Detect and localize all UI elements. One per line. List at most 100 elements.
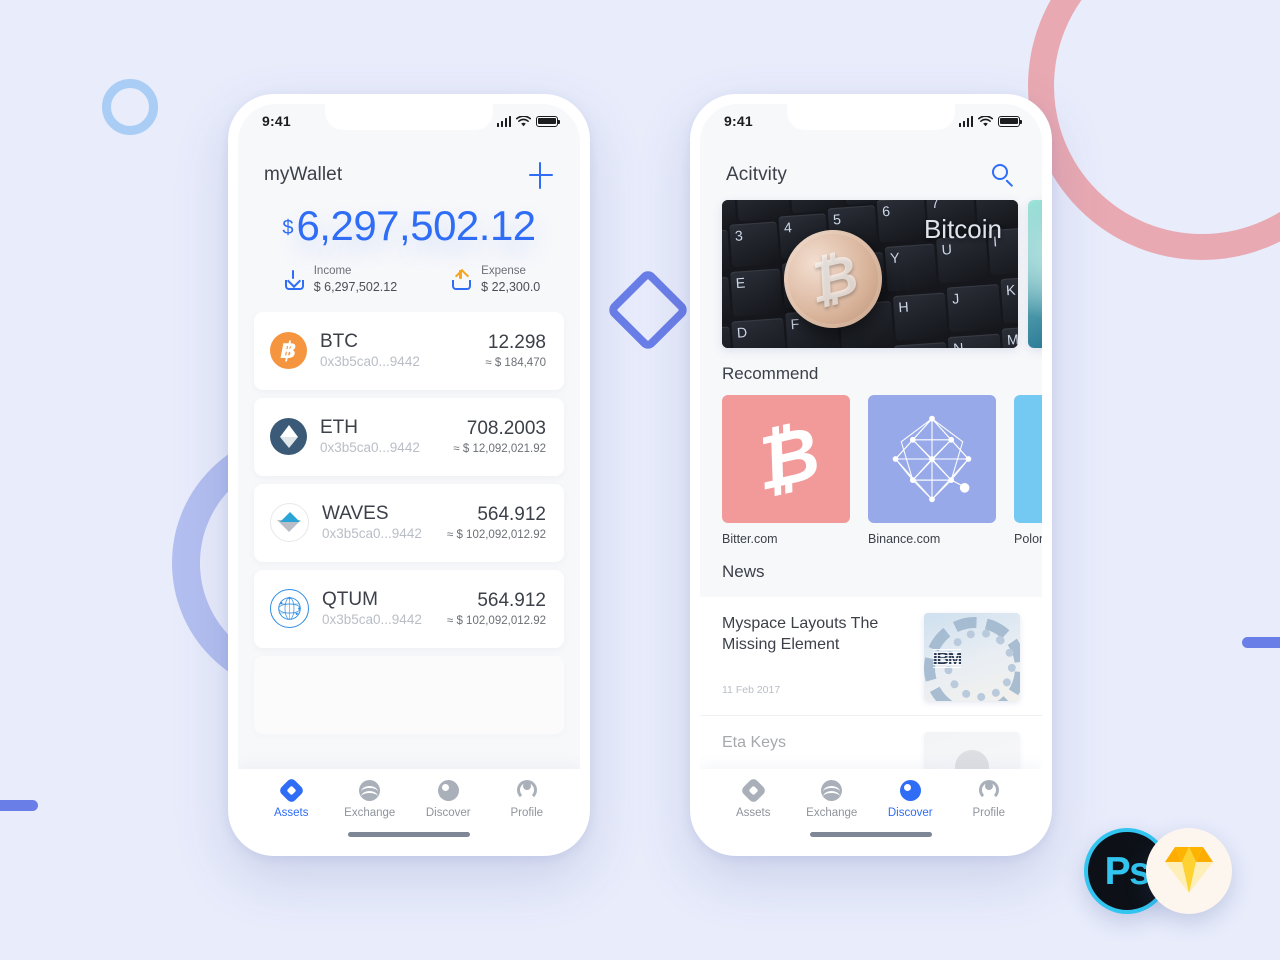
assets-diamond-icon (739, 777, 767, 804)
tab-assets[interactable]: Assets (252, 777, 331, 819)
tab-discover[interactable]: Discover (871, 780, 950, 819)
tab-profile[interactable]: Profile (488, 780, 567, 819)
tab-label: Profile (510, 807, 544, 819)
background-decorations (0, 0, 1280, 960)
asset-symbol: QTUM (322, 589, 378, 611)
battery-full-icon (998, 115, 1022, 127)
expense-summary: Expense $ 22,300.0 (451, 264, 540, 296)
list-item[interactable]: Myspace Layouts The Missing Element 11 F… (700, 597, 1042, 716)
sketch-badge (1146, 828, 1232, 914)
profile-person-icon (978, 780, 999, 801)
asset-list[interactable]: ฿ BTC 0x3b5ca0...9442 12.298 ≈ $ 184,470… (238, 311, 580, 769)
list-item[interactable]: Polonie (1014, 395, 1042, 546)
income-value: $ 6,297,502.12 (313, 280, 398, 295)
balance-section: $ 6,297,502.12 Income $ 6,297,502.12 Exp… (238, 192, 580, 296)
news-title: Myspace Layouts The Missing Element (722, 615, 879, 654)
bottom-tab-bar: Assets Exchange Discover Profile (238, 769, 580, 846)
tab-label: Exchange (344, 807, 396, 819)
income-expense-summary: Income $ 6,297,502.12 Expense $ 22,300.0 (238, 264, 580, 296)
recommend-label: Polonie (1014, 532, 1042, 546)
assets-diamond-icon (277, 777, 305, 804)
expense-upload-icon (451, 268, 472, 291)
table-row[interactable]: ฿ BTC 0x3b5ca0...9442 12.298 ≈ $ 184,470 (254, 311, 564, 390)
right-bar-decoration (1242, 637, 1280, 648)
phone-discover-mockup: 9:41 Acitvity F1 F2 (690, 94, 1052, 856)
discover-screen: 9:41 Acitvity F1 F2 (700, 104, 1042, 846)
asset-address: 0x3b5ca0...9442 (322, 526, 422, 542)
exchange-wave-icon (359, 780, 381, 801)
asset-usd-value: ≈ $ 102,092,012.92 (446, 614, 546, 627)
list-item[interactable]: Eta Keys (700, 716, 1042, 769)
home-indicator[interactable] (810, 832, 932, 837)
banner-caption: Bitcoin (923, 214, 1002, 244)
banner-card[interactable] (1028, 200, 1042, 348)
news-thumbnail: IBM (924, 613, 1020, 701)
asset-amount: 564.912 (477, 589, 546, 611)
network-mesh-icon (868, 395, 996, 523)
discover-content: F1 F2 F3 F4 F5 Print F8 2 3 4 5 6 7 8 (700, 192, 1042, 769)
table-row[interactable]: QTUM 0x3b5ca0...9442 564.912 ≈ $ 102,092… (254, 569, 564, 648)
news-thumbnail (924, 732, 1020, 769)
recommend-list[interactable]: ₿ Bitter.com Binance.com Polo (700, 395, 1042, 546)
ethereum-coin-icon (270, 418, 307, 456)
exchange-wave-icon (821, 780, 843, 801)
sketch-gem-icon (1161, 843, 1217, 899)
balance-row: $ 6,297,502.12 (238, 205, 580, 247)
news-title: Eta Keys (722, 734, 787, 751)
ring-circle-decoration (102, 79, 158, 135)
asset-usd-value: ≈ $ 184,470 (485, 356, 546, 369)
wallet-header: myWallet (238, 138, 580, 192)
pink-arc-decoration (1028, 0, 1280, 260)
wifi-icon (978, 115, 993, 126)
status-time: 9:41 (724, 113, 753, 129)
asset-usd-value: ≈ $ 102,092,012.92 (446, 528, 546, 541)
expense-value: $ 22,300.0 (481, 280, 541, 295)
income-label: Income (313, 265, 352, 277)
bitcoin-coin-icon: ฿ (270, 332, 307, 370)
plus-icon[interactable] (528, 161, 554, 189)
asset-amount: 564.912 (477, 503, 546, 525)
asset-symbol: ETH (320, 417, 358, 439)
news-date: 11 Feb 2017 (722, 683, 781, 696)
qtum-coin-icon (270, 589, 309, 629)
recommend-label: Bitter.com (722, 532, 778, 546)
tab-exchange[interactable]: Exchange (793, 780, 872, 819)
battery-full-icon (536, 115, 560, 127)
discover-circle-icon (899, 780, 921, 801)
wifi-icon (516, 115, 531, 126)
balance-amount: 6,297,502.12 (296, 202, 536, 249)
balance-currency: $ (282, 217, 294, 239)
table-row-partial[interactable] (254, 655, 564, 734)
tab-exchange[interactable]: Exchange (331, 780, 410, 819)
banner-card[interactable]: F1 F2 F3 F4 F5 Print F8 2 3 4 5 6 7 8 (722, 200, 1018, 348)
wallet-screen: 9:41 myWallet $ 6,297,502.12 Income $ 6,… (238, 104, 580, 846)
polo-icon (1014, 395, 1042, 523)
search-icon[interactable] (990, 162, 1016, 188)
tab-label: Assets (273, 807, 309, 819)
diamond-outline-decoration (605, 267, 691, 353)
profile-person-icon (516, 780, 537, 801)
table-row[interactable]: WAVES 0x3b5ca0...9442 564.912 ≈ $ 102,09… (254, 483, 564, 562)
tab-discover[interactable]: Discover (409, 780, 488, 819)
left-bar-decoration (0, 800, 38, 811)
tab-profile[interactable]: Profile (950, 780, 1029, 819)
income-download-icon (284, 269, 305, 291)
home-indicator[interactable] (348, 832, 470, 837)
recommend-label: Binance.com (868, 532, 941, 546)
status-indicators (496, 115, 560, 127)
tab-label: Assets (735, 807, 771, 819)
news-list[interactable]: Myspace Layouts The Missing Element 11 F… (700, 597, 1042, 769)
list-item[interactable]: Binance.com (868, 395, 996, 546)
list-item[interactable]: ₿ Bitter.com (722, 395, 850, 546)
asset-address: 0x3b5ca0...9442 (320, 354, 420, 370)
bottom-tab-bar: Assets Exchange Discover Profile (700, 769, 1042, 846)
banner-carousel[interactable]: F1 F2 F3 F4 F5 Print F8 2 3 4 5 6 7 8 (700, 192, 1042, 348)
status-bar: 9:41 (700, 104, 1042, 138)
section-title-recommend: Recommend (722, 364, 819, 383)
waves-coin-icon (270, 503, 309, 543)
table-row[interactable]: ETH 0x3b5ca0...9442 708.2003 ≈ $ 12,092,… (254, 397, 564, 476)
photoshop-label: Ps (1104, 849, 1151, 893)
asset-address: 0x3b5ca0...9442 (322, 612, 422, 628)
tab-assets[interactable]: Assets (714, 777, 793, 819)
asset-address: 0x3b5ca0...9442 (320, 440, 420, 456)
